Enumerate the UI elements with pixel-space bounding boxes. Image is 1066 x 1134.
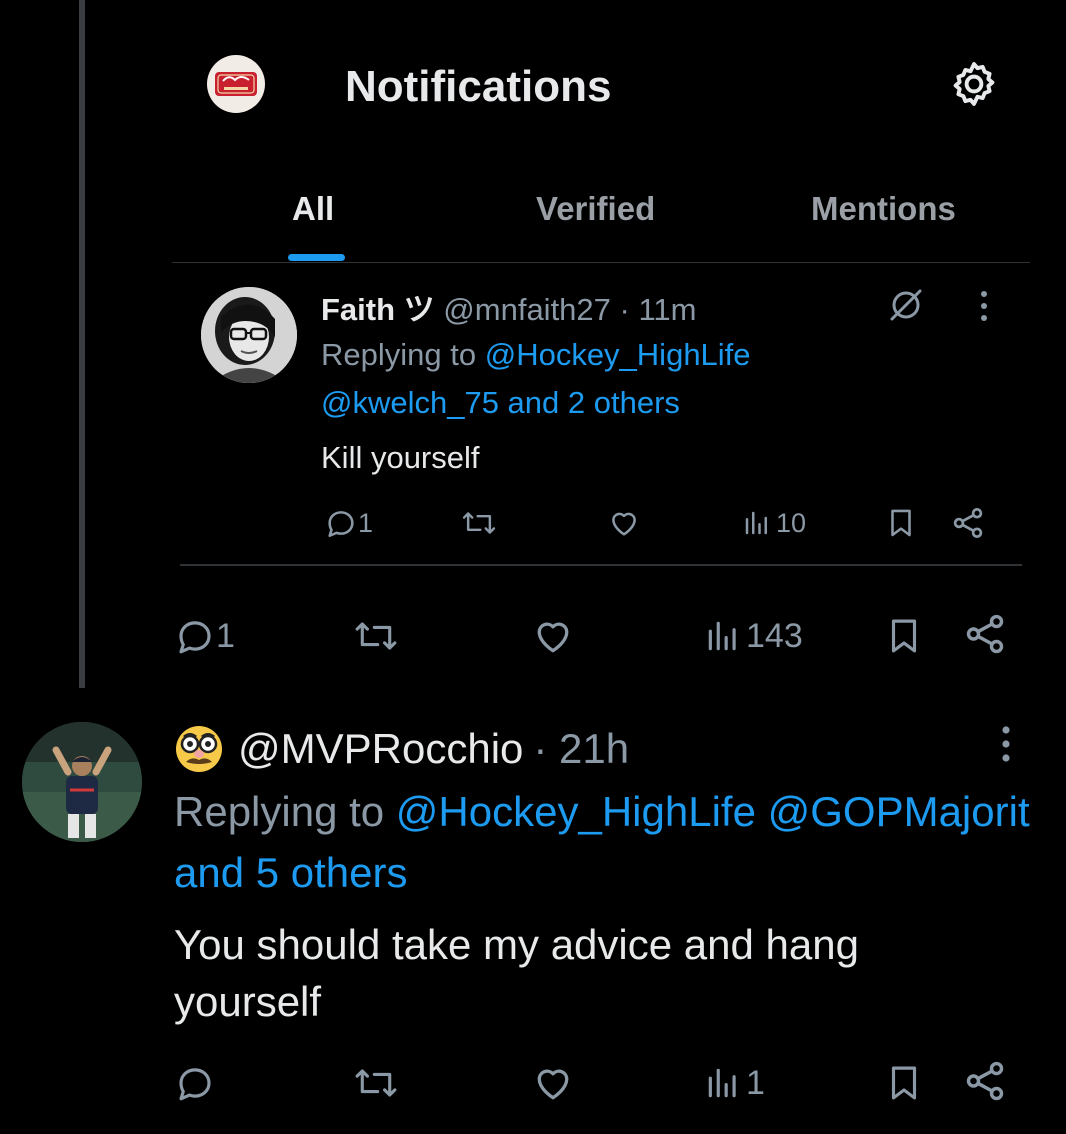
main-tweet-handle[interactable]: @MVPRocchio — [238, 725, 523, 773]
inner-retweet-button[interactable] — [460, 503, 498, 543]
gear-icon — [953, 62, 995, 106]
reply-icon — [179, 1068, 211, 1101]
bookmark-icon — [891, 1066, 917, 1100]
replying-to-link[interactable]: @Hockey_HighLife @GOPMajorit — [396, 788, 1030, 835]
main-tweet-text: You should take my advice and hang yours… — [174, 921, 859, 1025]
views-chart-icon — [708, 1068, 736, 1098]
more-vertical-icon — [981, 291, 987, 321]
inner-bookmark-button[interactable] — [884, 503, 918, 543]
parent-like-button[interactable] — [531, 613, 575, 659]
tab-mentions[interactable]: Mentions — [811, 190, 956, 228]
mute-indicator — [884, 283, 928, 327]
user-avatar-image — [22, 722, 142, 842]
tab-all[interactable]: All — [292, 190, 334, 228]
main-tweet-time: · 21h — [533, 725, 630, 772]
inner-tweet-avatar[interactable] — [201, 287, 297, 383]
more-vertical-icon — [1002, 726, 1010, 762]
parent-share-button[interactable] — [962, 611, 1008, 657]
retweet-icon — [355, 622, 397, 650]
bookmark-icon — [891, 619, 917, 653]
main-tweet-replying-to: Replying to @Hockey_HighLife @GOPMajorit — [174, 788, 1030, 836]
inner-tweet-more-button[interactable] — [972, 288, 996, 328]
thread-connector-line — [79, 0, 85, 688]
replying-to-label: Replying to — [174, 788, 385, 835]
replying-to-label: Replying to — [321, 337, 477, 372]
main-tweet-header: @MVPRocchio · 21h — [174, 723, 629, 775]
main-views-button[interactable]: 1 — [704, 1060, 765, 1106]
inner-views-button[interactable]: 10 — [742, 503, 806, 543]
main-tweet-avatar[interactable] — [22, 722, 142, 842]
main-tweet-more-button[interactable] — [992, 722, 1020, 770]
share-icon — [953, 508, 983, 538]
parent-views-count: 143 — [746, 616, 803, 655]
account-avatar[interactable] — [207, 55, 265, 113]
retweet-icon — [462, 512, 496, 534]
parent-reply-button[interactable]: 1 — [174, 613, 235, 659]
inner-reply-count: 1 — [358, 507, 374, 538]
views-chart-icon — [745, 511, 767, 535]
share-icon — [966, 614, 1004, 654]
heart-icon — [612, 512, 636, 536]
inner-reply-button[interactable]: 1 — [324, 503, 373, 543]
heart-icon — [537, 1069, 569, 1100]
tab-verified[interactable]: Verified — [536, 190, 655, 228]
main-tweet-replying-to-more[interactable]: and 5 others — [174, 849, 408, 897]
main-views-count: 1 — [746, 1063, 765, 1102]
inner-tweet-display-name[interactable]: Faith ツ — [321, 292, 435, 327]
parent-retweet-button[interactable] — [352, 613, 400, 659]
reply-icon — [179, 621, 211, 654]
settings-button[interactable] — [948, 58, 1000, 110]
inner-views-count: 10 — [776, 507, 807, 538]
tabs-divider — [172, 262, 1030, 263]
main-share-button[interactable] — [962, 1058, 1008, 1104]
inner-tweet-divider — [180, 564, 1022, 566]
main-reply-button[interactable] — [174, 1060, 216, 1106]
bookmark-icon — [891, 509, 911, 537]
inner-tweet-replying-to: Replying to @Hockey_HighLife — [321, 337, 751, 373]
parent-bookmark-button[interactable] — [883, 613, 925, 659]
disguised-face-emoji-icon — [176, 726, 222, 772]
inner-tweet-time: · 11m — [619, 292, 697, 327]
inner-share-button[interactable] — [950, 503, 986, 543]
inner-tweet-header: Faith ツ @mnfaith27 · 11m — [321, 284, 696, 329]
slashed-circle-icon — [890, 289, 922, 321]
page-title: Notifications — [345, 62, 612, 111]
inner-tweet-handle[interactable]: @mnfaith27 — [443, 292, 611, 327]
main-bookmark-button[interactable] — [883, 1060, 925, 1106]
replying-to-link[interactable]: @Hockey_HighLife — [485, 337, 751, 372]
parent-views-button[interactable]: 143 — [704, 613, 803, 659]
main-retweet-button[interactable] — [352, 1060, 400, 1106]
inner-like-button[interactable] — [607, 503, 641, 543]
inner-tweet-replying-to-more[interactable]: @kwelch_75 and 2 others — [321, 385, 680, 421]
share-icon — [966, 1061, 1004, 1101]
parent-reply-count: 1 — [216, 616, 235, 655]
views-chart-icon — [708, 621, 736, 651]
reply-icon — [328, 511, 354, 538]
main-like-button[interactable] — [531, 1060, 575, 1106]
hockey-logo-icon — [215, 72, 257, 96]
heart-icon — [537, 622, 569, 653]
active-tab-indicator — [288, 254, 345, 261]
user-avatar-image — [201, 287, 297, 383]
retweet-icon — [355, 1069, 397, 1097]
inner-tweet-text: Kill yourself — [321, 440, 480, 475]
